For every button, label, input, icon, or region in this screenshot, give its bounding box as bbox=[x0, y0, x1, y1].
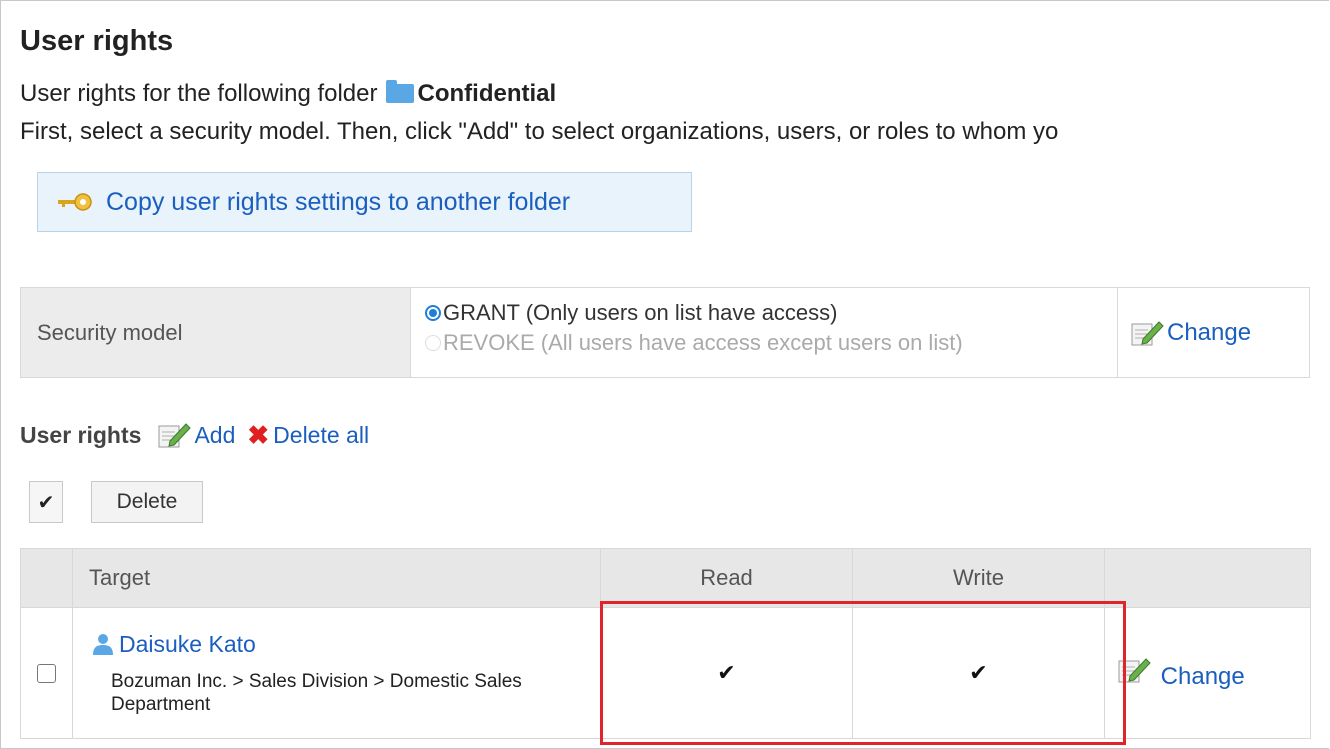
user-link[interactable]: Daisuke Kato bbox=[91, 631, 600, 658]
rights-section-label: User rights bbox=[20, 421, 142, 448]
row-change-label: Change bbox=[1160, 662, 1245, 690]
folder-line: User rights for the following folder Conf… bbox=[20, 80, 556, 108]
option-revoke[interactable]: REVOKE (All users have access except use… bbox=[425, 328, 1117, 358]
revoke-radio[interactable] bbox=[425, 335, 441, 351]
add-edit-icon bbox=[157, 421, 192, 449]
user-org-path: Bozuman Inc. > Sales Division > Domestic… bbox=[111, 670, 522, 715]
add-label: Add bbox=[194, 421, 236, 448]
rights-header: User rights Add ✖ Delete all bbox=[20, 421, 369, 449]
page-title: User rights bbox=[20, 25, 174, 57]
select-all-toggle[interactable]: ✔ bbox=[29, 481, 63, 523]
security-model-table: Security model GRANT (Only users on list… bbox=[20, 287, 1310, 378]
security-change-link[interactable]: Change bbox=[1118, 288, 1309, 377]
header-target: Target bbox=[72, 548, 601, 608]
security-change-label: Change bbox=[1167, 318, 1252, 346]
user-rights-panel: User rights User rights for the followin… bbox=[0, 0, 1329, 749]
user-icon bbox=[91, 632, 115, 656]
table-header-row: Target Read Write bbox=[20, 548, 1311, 608]
delete-x-icon: ✖ bbox=[247, 420, 270, 450]
table-row: Daisuke Kato Bozuman Inc. > Sales Divisi… bbox=[20, 607, 1311, 739]
edit-icon bbox=[1130, 319, 1164, 347]
user-rights-table: Target Read Write Daisuke Kato Bozuman I… bbox=[20, 548, 1311, 739]
key-icon bbox=[56, 191, 94, 213]
folder-icon bbox=[385, 80, 414, 103]
instruction-text: First, select a security model. Then, cl… bbox=[20, 118, 1059, 145]
row-toolbar: ✔ Delete bbox=[29, 481, 203, 523]
write-cell: ✔ bbox=[852, 607, 1105, 739]
header-actions bbox=[1104, 548, 1311, 608]
delete-all-link[interactable]: ✖ Delete all bbox=[247, 422, 369, 449]
add-link[interactable]: Add bbox=[157, 421, 235, 449]
user-name: Daisuke Kato bbox=[119, 630, 256, 657]
copy-rights-label: Copy user rights settings to another fol… bbox=[106, 187, 571, 216]
grant-label: GRANT (Only users on list have access) bbox=[443, 300, 838, 325]
row-checkbox-cell bbox=[20, 607, 73, 739]
row-checkbox[interactable] bbox=[37, 663, 56, 683]
revoke-label: REVOKE (All users have access except use… bbox=[443, 330, 963, 355]
grant-radio[interactable] bbox=[425, 305, 441, 321]
folder-prefix: User rights for the following folder bbox=[20, 80, 378, 107]
copy-rights-button[interactable]: Copy user rights settings to another fol… bbox=[37, 172, 692, 232]
target-cell: Daisuke Kato Bozuman Inc. > Sales Divisi… bbox=[72, 607, 601, 739]
delete-all-label: Delete all bbox=[273, 421, 370, 448]
folder-name: Confidential bbox=[417, 80, 557, 107]
header-write: Write bbox=[852, 548, 1105, 608]
header-checkbox-col bbox=[20, 548, 73, 608]
delete-button[interactable]: Delete bbox=[91, 481, 203, 523]
row-edit-icon bbox=[1117, 656, 1151, 684]
header-read: Read bbox=[600, 548, 853, 608]
security-model-options: GRANT (Only users on list have access) R… bbox=[411, 288, 1118, 377]
security-model-label: Security model bbox=[21, 288, 411, 377]
read-cell: ✔ bbox=[600, 607, 853, 739]
row-change-link[interactable]: Change bbox=[1104, 607, 1311, 739]
option-grant[interactable]: GRANT (Only users on list have access) bbox=[425, 298, 1117, 328]
